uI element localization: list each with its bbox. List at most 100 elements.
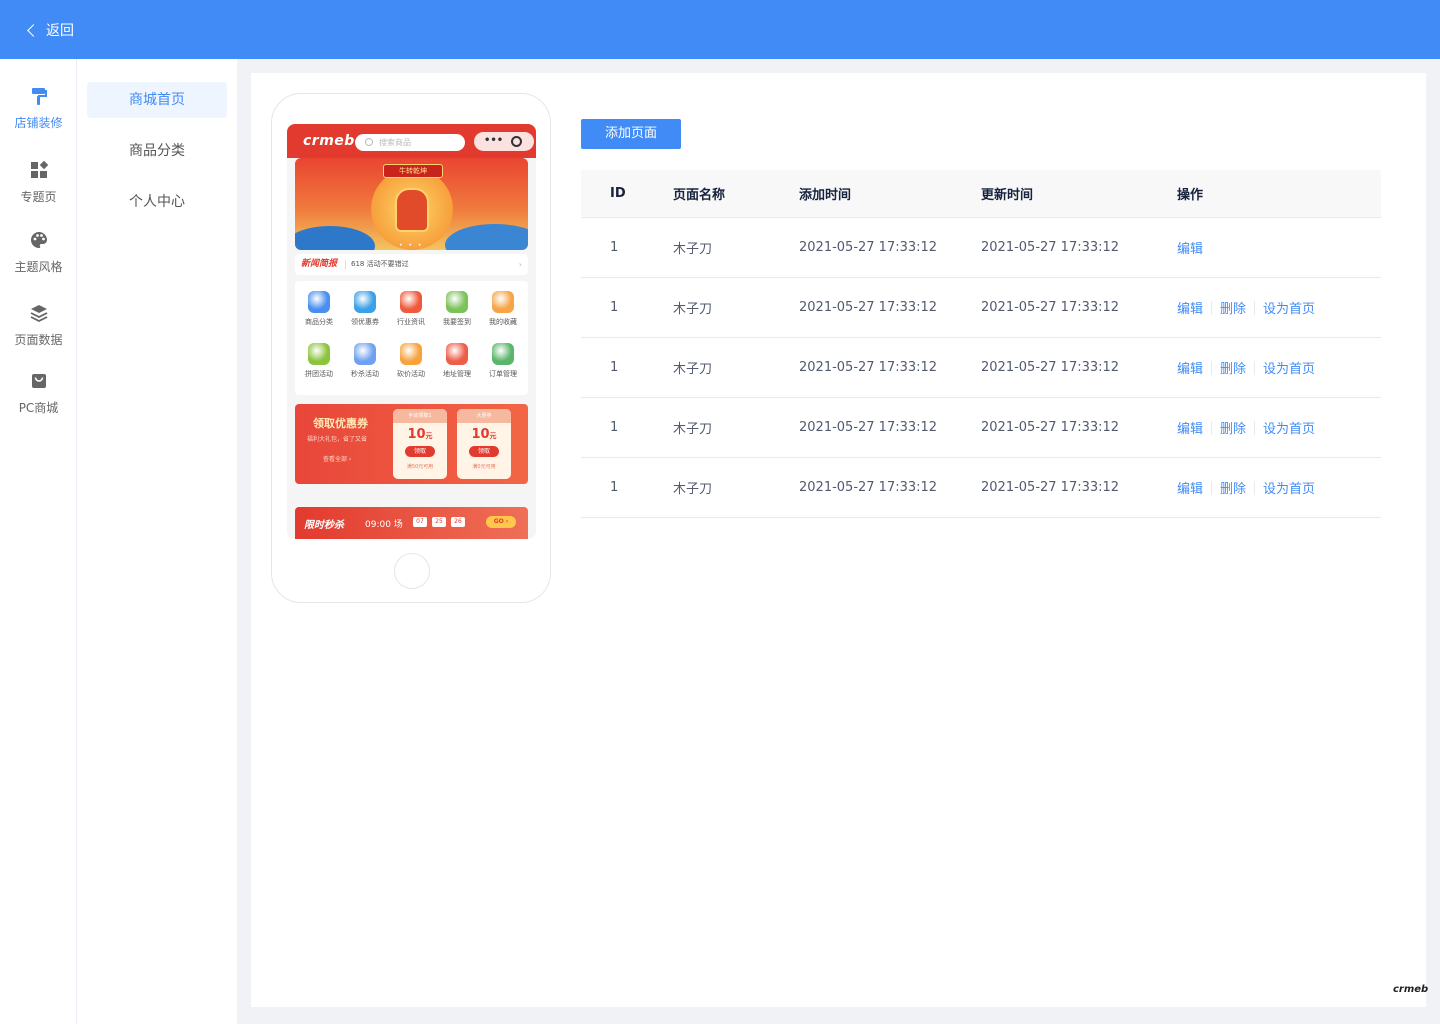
banner-ox-figure: [395, 188, 429, 232]
cell-operations: 编辑 删除 设为首页: [1177, 398, 1315, 457]
preview-grid-item: 我要签到: [434, 285, 480, 337]
coupon-amount-unit: 元: [489, 432, 497, 440]
delete-link[interactable]: 删除: [1220, 358, 1246, 377]
coupon-amount-unit: 元: [425, 432, 433, 440]
top-bar: 返回: [0, 0, 1440, 59]
set-home-link[interactable]: 设为首页: [1263, 418, 1315, 437]
preview-grid-item: 行业资讯: [388, 285, 434, 337]
cell-name: 木子刀: [673, 362, 713, 377]
chevron-right-icon: ›: [518, 260, 522, 269]
coupon-title: 领取优惠券: [313, 417, 368, 430]
cell-name: 木子刀: [673, 482, 713, 497]
preview-seckill-bar: 限时秒杀 09:00 场 07 25 26 GO ›: [295, 507, 528, 539]
table-row: 1 木子刀 2021-05-27 17:33:12 2021-05-27 17:33:…: [581, 338, 1381, 398]
back-label: 返回: [46, 23, 74, 39]
seckill-minutes: 25: [432, 517, 446, 527]
cell-id: 1: [610, 360, 619, 375]
cell-update-time: 2021-05-27 17:33:12: [981, 480, 1120, 495]
news-icon: [400, 291, 422, 313]
cell-add-time: 2021-05-27 17:33:12: [799, 300, 938, 315]
preview-grid-item: 我的收藏: [480, 285, 526, 337]
rail-item-page-data[interactable]: 页面数据: [0, 303, 77, 363]
news-text: 618 活动不要错过: [351, 260, 409, 268]
rail-item-store-decoration[interactable]: 店铺装修: [0, 86, 77, 146]
preview-grid-label: 领优惠券: [351, 318, 379, 326]
preview-grid-label: 我要签到: [443, 318, 471, 326]
divider: [1254, 480, 1256, 495]
divider: [1211, 360, 1213, 375]
edit-link[interactable]: 编辑: [1177, 358, 1203, 377]
rail-label: 专题页: [20, 190, 57, 204]
preview-menu-grid: 商品分类 领优惠券 行业资讯 我要签到 我的收藏 拼团活动 秒杀活动 砍价活动 地址管理 订单管理: [295, 281, 528, 395]
cell-update-time: 2021-05-27 17:33:12: [981, 240, 1120, 255]
edit-link[interactable]: 编辑: [1177, 418, 1203, 437]
delete-link[interactable]: 删除: [1220, 418, 1246, 437]
cell-add-time: 2021-05-27 17:33:12: [799, 420, 938, 435]
subnav-item-personal-center[interactable]: 个人中心: [87, 184, 227, 220]
cell-name: 木子刀: [673, 302, 713, 317]
close-circle-icon: [511, 136, 522, 147]
banner-wave: [295, 226, 375, 250]
cell-update-time: 2021-05-27 17:33:12: [981, 420, 1120, 435]
rail-item-topic-page[interactable]: 专题页: [0, 160, 77, 220]
rail-label: 店铺装修: [14, 116, 63, 130]
table-body: 1 木子刀 2021-05-27 17:33:12 2021-05-27 17:33:…: [581, 218, 1381, 518]
phone-preview: crmeb 搜索商品 ••• 牛转乾坤 • • • 新闻简报 618 活动不要错…: [271, 93, 551, 603]
subnav-item-product-category[interactable]: 商品分类: [87, 133, 227, 169]
table-row: 1 木子刀 2021-05-27 17:33:12 2021-05-27 17:33:…: [581, 278, 1381, 338]
edit-link[interactable]: 编辑: [1177, 298, 1203, 317]
header-update-time: 更新时间: [981, 188, 1034, 203]
preview-news-bar: 新闻简报 618 活动不要错过 ›: [295, 254, 528, 275]
left-rail: 店铺装修 专题页 主题风格 页面数据 PC商城: [0, 59, 77, 1024]
cell-id: 1: [610, 480, 619, 495]
divider: [1254, 420, 1256, 435]
cell-operations: 编辑 删除 设为首页: [1177, 338, 1315, 397]
edit-link[interactable]: 编辑: [1177, 238, 1203, 257]
cell-add-time: 2021-05-27 17:33:12: [799, 240, 938, 255]
preview-grid-item: 拼团活动: [296, 337, 342, 389]
preview-search-placeholder: 搜索商品: [379, 138, 411, 147]
paint-roller-icon: [31, 88, 47, 105]
cell-update-time: 2021-05-27 17:33:12: [981, 360, 1120, 375]
back-button[interactable]: 返回: [26, 20, 74, 40]
set-home-link[interactable]: 设为首页: [1263, 478, 1315, 497]
divider: [1211, 420, 1213, 435]
preview-coupon-section: 领取优惠券 福利大礼包，省了又省 查看全部 › 手动领取1 10元 领取 满50…: [295, 404, 528, 484]
divider: [1211, 480, 1213, 495]
news-tag: 新闻简报: [301, 259, 338, 269]
edit-link[interactable]: 编辑: [1177, 478, 1203, 497]
set-home-link[interactable]: 设为首页: [1263, 358, 1315, 377]
banner-pagination-dots: • • •: [399, 242, 424, 249]
palette-icon: [30, 232, 47, 248]
preview-grid-item: 秒杀活动: [342, 337, 388, 389]
preview-grid-label: 商品分类: [305, 318, 333, 326]
rail-item-theme-style[interactable]: 主题风格: [0, 230, 77, 290]
preview-grid-label: 砍价活动: [397, 370, 425, 378]
delete-link[interactable]: 删除: [1220, 478, 1246, 497]
address-icon: [446, 343, 468, 365]
preview-grid-label: 行业资讯: [397, 318, 425, 326]
coupon-condition: 满0元可用: [472, 464, 496, 470]
cell-name: 木子刀: [673, 422, 713, 437]
phone-home-button: [394, 553, 430, 589]
preview-header: crmeb 搜索商品 •••: [287, 124, 536, 158]
cell-id: 1: [610, 300, 619, 315]
group-buy-icon: [308, 343, 330, 365]
cell-id: 1: [610, 420, 619, 435]
cell-update-time: 2021-05-27 17:33:12: [981, 300, 1120, 315]
add-page-button[interactable]: 添加页面: [581, 119, 681, 149]
delete-link[interactable]: 删除: [1220, 298, 1246, 317]
header-add-time: 添加时间: [799, 188, 852, 203]
phone-screen: crmeb 搜索商品 ••• 牛转乾坤 • • • 新闻简报 618 活动不要错…: [287, 124, 536, 539]
subnav-item-mall-home[interactable]: 商城首页: [87, 82, 227, 118]
seckill-hours: 07: [413, 517, 427, 527]
preview-grid-item: 订单管理: [480, 337, 526, 389]
set-home-link[interactable]: 设为首页: [1263, 298, 1315, 317]
seckill-session: 09:00 场: [365, 520, 403, 530]
rail-item-pc-mall[interactable]: PC商城: [0, 371, 77, 431]
favorite-icon: [492, 291, 514, 313]
layers-icon: [30, 305, 47, 323]
banner-title: 牛转乾坤: [383, 164, 443, 178]
table-row: 1 木子刀 2021-05-27 17:33:12 2021-05-27 17:33:…: [581, 218, 1381, 278]
rail-label: 主题风格: [14, 260, 63, 274]
